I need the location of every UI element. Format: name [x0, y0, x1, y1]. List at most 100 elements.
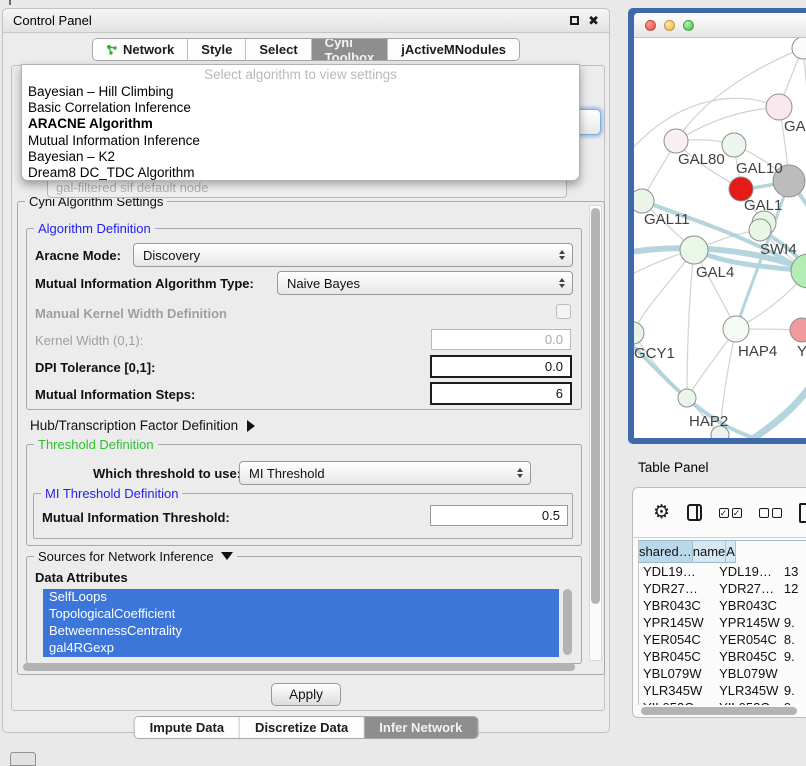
network-node[interactable]: [723, 316, 749, 342]
close-window-icon[interactable]: [645, 20, 656, 31]
attribute-name: BetweennessCentrality: [49, 623, 182, 638]
node-label: Y: [797, 343, 806, 360]
network-node[interactable]: [749, 219, 771, 241]
settings-horizontal-scrollbar-thumb[interactable]: [23, 663, 575, 671]
network-node[interactable]: [792, 38, 806, 59]
algorithm-option[interactable]: ARACNE Algorithm: [22, 116, 579, 132]
file-icon[interactable]: [799, 503, 806, 523]
columns-icon[interactable]: [687, 504, 702, 521]
gear-icon[interactable]: ⚙: [653, 504, 670, 522]
cell-shared-name: YDR27…: [639, 580, 715, 597]
clipped-corner-button[interactable]: [10, 752, 36, 766]
attributes-list-scrollbar[interactable]: [563, 589, 572, 655]
network-node[interactable]: [790, 318, 806, 342]
dpi-tolerance-field[interactable]: 0.0: [430, 355, 572, 378]
attribute-list-item[interactable]: TopologicalCoefficient: [43, 606, 559, 623]
which-threshold-value: MI Threshold: [249, 466, 325, 481]
network-node[interactable]: [664, 129, 688, 153]
algorithm-option[interactable]: Bayesian – Hill Climbing: [22, 84, 579, 100]
mi-threshold-field[interactable]: 0.5: [430, 505, 568, 526]
settings-vertical-scrollbar[interactable]: [589, 205, 602, 661]
bottom-tab[interactable]: Discretize Data: [240, 717, 364, 738]
node-label: SWI4: [760, 241, 797, 258]
tab[interactable]: Select: [246, 39, 311, 60]
data-attributes-label: Data Attributes: [35, 570, 128, 585]
attribute-list-item[interactable]: SelfLoops: [43, 589, 559, 606]
bottom-tab[interactable]: Impute Data: [135, 717, 240, 738]
network-node[interactable]: [678, 389, 696, 407]
network-window-titlebar[interactable]: [634, 13, 806, 38]
cell-shared-name: YBL079W: [639, 665, 715, 682]
minimize-window-icon[interactable]: [664, 20, 675, 31]
cell-shared-name: YIL052C: [639, 699, 715, 705]
algorithm-definition-title: Algorithm Definition: [34, 221, 155, 236]
table-row[interactable]: YBR045C YBR045C 9.: [639, 648, 806, 665]
algorithm-option[interactable]: Dream8 DC_TDC Algorithm: [22, 165, 579, 181]
table-row[interactable]: YER054C YER054C 8.: [639, 631, 806, 648]
table-row[interactable]: YBL079W YBL079W: [639, 665, 806, 682]
algorithm-option[interactable]: Mutual Information Inference: [22, 133, 579, 149]
mi-steps-field[interactable]: 6: [430, 382, 572, 405]
control-panel-titlebar: Control Panel ✖: [3, 9, 609, 33]
cell-value: 9.: [780, 614, 806, 631]
table-row[interactable]: YPR145W YPR145W 9.: [639, 614, 806, 631]
network-node[interactable]: [634, 189, 654, 213]
tab-label: Cyni Toolbox: [325, 38, 375, 61]
table-row[interactable]: YLR345W YLR345W 9.: [639, 682, 806, 699]
network-canvas[interactable]: GALGAL80GAL10GAL1GAL11SWI4GAL4GCY1HAP4YH…: [634, 38, 806, 438]
network-node[interactable]: [634, 322, 644, 344]
aracne-mode-combobox[interactable]: Discovery: [133, 243, 573, 267]
network-node[interactable]: [722, 133, 746, 157]
combo-arrows-icon: [517, 468, 523, 478]
tab[interactable]: Style: [188, 39, 246, 60]
apply-button[interactable]: Apply: [271, 683, 341, 706]
collapse-arrow-icon[interactable]: [221, 552, 233, 560]
kernel-width-field[interactable]: 0.0: [431, 329, 571, 350]
network-selector-value: gal-filtered sif default node: [56, 180, 208, 195]
table-column-header[interactable]: shared…: [639, 541, 693, 563]
table-horizontal-scrollbar-thumb[interactable]: [641, 707, 797, 715]
node-label: GAL1: [744, 197, 782, 214]
table-row[interactable]: YDL19… YDL19… 13: [639, 563, 806, 580]
mi-type-combobox[interactable]: Naive Bayes: [277, 271, 573, 295]
which-threshold-combobox[interactable]: MI Threshold: [239, 461, 531, 485]
panel-title: Control Panel: [13, 13, 92, 28]
checked-boxes-icon[interactable]: ✓✓: [719, 508, 742, 518]
table-row[interactable]: YIL052C YIL052C 9: [639, 699, 806, 705]
cell-value: [780, 665, 806, 682]
network-node[interactable]: [766, 94, 792, 120]
tab[interactable]: Network: [93, 39, 188, 60]
attribute-list-item[interactable]: gal4RGexp: [43, 640, 559, 657]
column-header-label: shared…: [639, 544, 692, 559]
control-panel-tabs: Network Style Select: [92, 38, 520, 61]
network-node[interactable]: [680, 236, 708, 264]
tab-label: Network: [123, 42, 174, 57]
table-row[interactable]: YBR043C YBR043C: [639, 597, 806, 614]
cell-name: YPR145W: [715, 614, 780, 631]
zoom-window-icon[interactable]: [683, 20, 694, 31]
settings-vertical-scrollbar-thumb[interactable]: [591, 208, 600, 604]
close-panel-icon[interactable]: ✖: [588, 16, 599, 26]
tab[interactable]: jActiveMNodules: [388, 39, 519, 60]
manual-kernel-label: Manual Kernel Width Definition: [35, 306, 227, 321]
unchecked-boxes-icon[interactable]: [759, 508, 782, 518]
mi-threshold-group: MI Threshold Definition Mutual Informati…: [33, 493, 573, 539]
hub-definition-label: Hub/Transcription Factor Definition: [30, 418, 238, 433]
table-row[interactable]: YDR27… YDR27… 12: [639, 580, 806, 597]
algorithm-option[interactable]: Basic Correlation Inference: [22, 100, 579, 116]
column-header-label: A: [726, 544, 735, 559]
table-column-header[interactable]: A: [726, 541, 736, 563]
table-column-header[interactable]: name: [693, 541, 727, 563]
clipped-top-widget: [9, 0, 11, 5]
float-panel-icon[interactable]: [570, 16, 579, 25]
cell-shared-name: YDL19…: [639, 563, 715, 580]
tab[interactable]: Cyni Toolbox: [312, 39, 389, 60]
bottom-tab[interactable]: Infer Network: [364, 717, 477, 738]
algorithm-option[interactable]: Bayesian – K2: [22, 149, 579, 165]
manual-kernel-checkbox[interactable]: [556, 304, 571, 319]
attribute-list-item[interactable]: BetweennessCentrality: [43, 623, 559, 640]
cell-value: 9.: [780, 648, 806, 665]
network-graph[interactable]: GALGAL80GAL10GAL1GAL11SWI4GAL4GCY1HAP4YH…: [634, 38, 806, 438]
hub-definition-expander[interactable]: Hub/Transcription Factor Definition: [30, 418, 255, 433]
cell-value: [780, 597, 806, 614]
